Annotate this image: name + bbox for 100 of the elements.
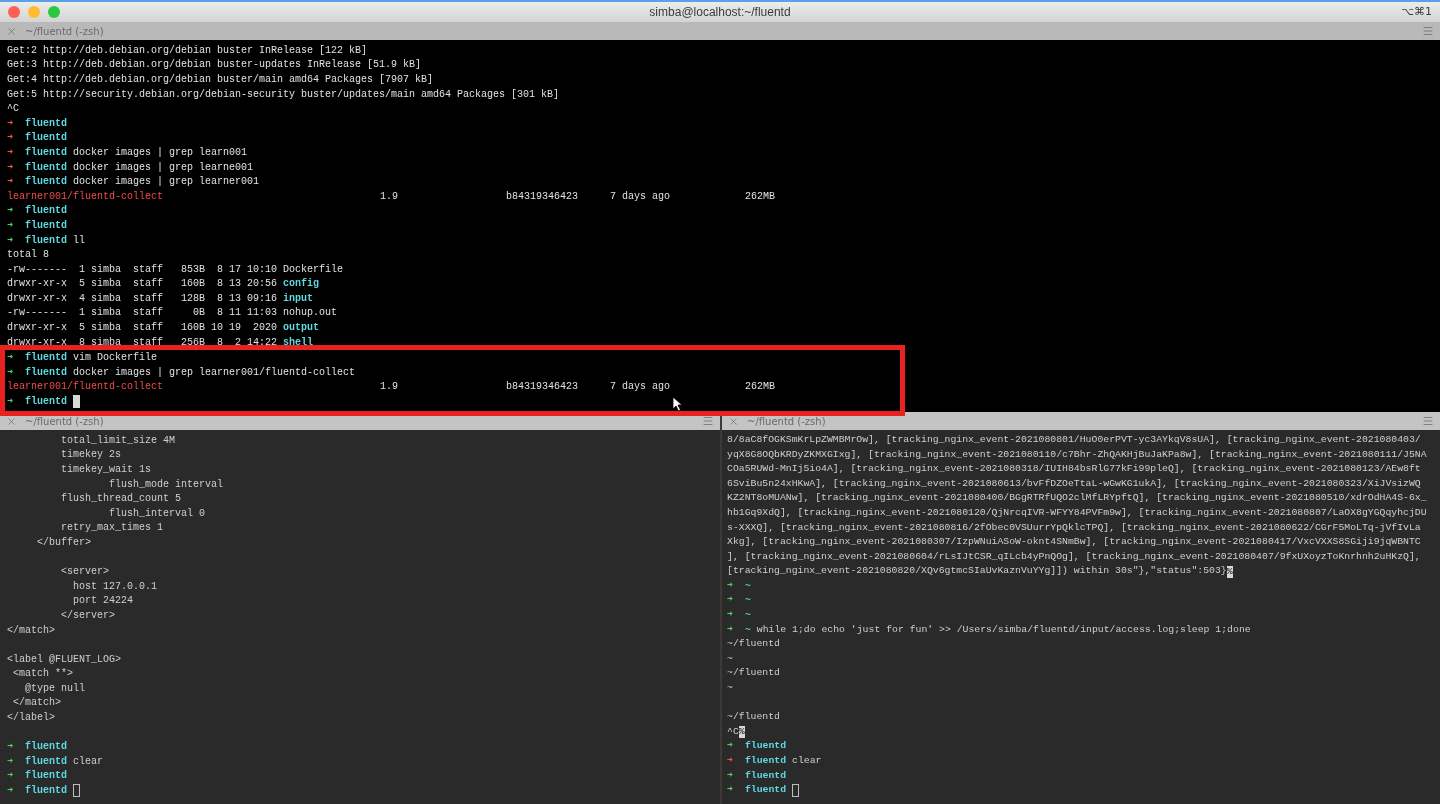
prompt-directory: fluentd	[744, 754, 787, 768]
terminal-line: <server>	[60, 565, 110, 580]
terminal-line: <label @FLUENT_LOG>	[7, 652, 122, 667]
prompt-directory: fluentd	[25, 740, 68, 755]
terminal-line: </match>	[7, 623, 55, 638]
terminal-line: timekey_wait 1s	[60, 463, 152, 477]
terminal-line: </label>	[7, 711, 55, 726]
prompt-arrow: ➜	[727, 754, 733, 768]
tab-title: ~/fluentd (-zsh)	[25, 24, 104, 39]
prompt-arrow: ➜	[727, 768, 733, 783]
minimize-button[interactable]	[28, 6, 40, 18]
terminal-line: port 24224	[72, 594, 134, 609]
terminal-line: ~/fluentd	[727, 710, 780, 725]
close-button[interactable]	[8, 6, 20, 18]
command-text: ll	[73, 233, 86, 248]
terminal-line: flush_mode interval	[108, 477, 224, 492]
menu-icon[interactable]	[1422, 415, 1434, 427]
command-text: docker images | grep learner001	[73, 175, 260, 190]
pane-tab[interactable]: ~/fluentd (-zsh)	[0, 22, 1440, 40]
prompt-arrow: ➜	[7, 145, 14, 160]
file-name: config	[283, 277, 320, 292]
command-text: docker images | grep learne001	[73, 160, 254, 175]
prompt-arrow: ➜	[7, 116, 14, 131]
close-icon[interactable]	[6, 25, 17, 37]
image-tag: 1.9	[380, 379, 506, 395]
window-title: simba@localhost:~/fluentd	[649, 4, 791, 21]
zoom-button[interactable]	[48, 6, 60, 18]
close-icon[interactable]	[728, 415, 739, 427]
prompt-directory: fluentd	[25, 145, 68, 160]
terminal-line: ~/fluentd	[727, 666, 780, 681]
terminal-line: ~/fluentd	[727, 637, 780, 652]
terminal-line: [tracking_nginx_event-2021080820/XQv6gtmcSIaUvKaznVuYYg]]) within 30s"},"status":503}	[727, 564, 1227, 579]
image-tag: 1.9	[380, 188, 506, 204]
terminal-line: timekey 2s	[60, 448, 122, 463]
repository-name: learner001/fluentd-collect	[7, 189, 165, 204]
prompt-directory: fluentd	[744, 739, 787, 754]
prompt-arrow: ➜	[727, 578, 733, 593]
terminal-line: flush_interval 0	[108, 506, 206, 521]
prompt-arrow: ➜	[727, 783, 733, 798]
terminal-line: <match **>	[12, 667, 73, 682]
terminal-line: KZ2NT8oMUANw], [tracking_nginx_event-2021080400/BGgRTRfUQO2clMfLRYpftQ], [tracking_nginx_event-2021080510/xdrOdHA4S-6x_	[727, 491, 1427, 506]
close-icon[interactable]	[6, 415, 17, 427]
file-details: drwxr-xr-x 4 simba staff 128B 8 13 09:16	[7, 291, 279, 306]
terminal-line: Get:4 http://deb.debian.org/debian buster/main amd64 Packages [7907 kB]	[7, 73, 434, 87]
terminal-line: </server>	[60, 608, 116, 623]
prompt-arrow: ➜	[7, 131, 14, 146]
terminal-line: host 127.0.0.1	[72, 579, 158, 594]
prompt-arrow: ➜	[727, 593, 733, 608]
prompt-directory: fluentd	[744, 783, 787, 798]
prompt-arrow: ➜	[7, 233, 14, 248]
file-name: input	[283, 291, 314, 306]
terminal-line: retry_max_times 1	[60, 521, 164, 536]
prompt-arrow: ➜	[727, 739, 733, 754]
menu-icon[interactable]	[1422, 25, 1434, 37]
tab-title: ~/fluentd (-zsh)	[25, 414, 104, 429]
prompt-directory: fluentd	[25, 131, 68, 146]
prompt-directory: fluentd	[25, 116, 68, 131]
shortcut-label: ⌥⌘1	[1401, 3, 1432, 20]
prompt-directory: ~	[744, 622, 751, 637]
prompt-arrow: ➜	[7, 351, 14, 366]
prompt-directory: fluentd	[25, 218, 68, 233]
prompt-arrow: ➜	[7, 769, 14, 784]
terminal-line: ], [tracking_nginx_event-2021080604/rLsIJtCSR_qILcb4yPnQOg], [tracking_nginx_event-2021080407/9fxUXoyzToKnrhnh2uHKzQ],	[727, 549, 1421, 564]
prompt-directory: fluentd	[25, 754, 68, 769]
file-name: nohup.out	[283, 306, 338, 321]
terminal-line: Xkg], [tracking_nginx_event-2021080307/IzpWNuiASoW-oknt4SNmBw], [tracking_nginx_event-2021080417/VxcVXXS8SGiji9jqWBNTC	[727, 535, 1421, 550]
terminal-line: flush_thread_count 5	[60, 492, 182, 507]
prompt-directory: fluentd	[25, 365, 68, 380]
command-text: docker images | grep learner001/fluentd-collect	[73, 365, 356, 380]
prompt-arrow: ➜	[7, 740, 14, 755]
prompt-directory: fluentd	[25, 395, 68, 410]
prompt-arrow: ➜	[727, 622, 733, 637]
terminal-line: 6SviBu5n24xHKwA], [tracking_nginx_event-2021080613/bvFfDZOeTtaL-wGwKG1ukA], [tracking_nginx_event-2021080323/XiJVsizWQ	[727, 476, 1421, 491]
terminal-line: yqX8G8OQbKRDyZKMXGIxg], [tracking_nginx_event-2021080110/c7Bhr-ZhQAKHjBuJaKPa8w], [tracking_nginx_event-2021080111/J5NA	[727, 447, 1427, 462]
terminal-line: ~	[727, 651, 733, 666]
terminal-line: 8/8aC8fOGKSmKrLpZWMBMrOw], [tracking_nginx_event-2021080801/HuO0erPVT-yc3AYkqV8sUA], [tracking_nginx_event-2021080403/	[727, 432, 1421, 447]
prompt-arrow: ➜	[7, 365, 14, 380]
terminal-line: Get:3 http://deb.debian.org/debian buster-updates InRelease [51.9 kB]	[7, 58, 422, 73]
prompt-arrow: ➜	[7, 218, 14, 233]
created-time: 7 days ago	[610, 380, 671, 395]
prompt-arrow: ➜	[7, 784, 14, 799]
terminal-line: ^C	[727, 724, 739, 739]
pane-tab[interactable]: ~/fluentd (-zsh)	[722, 412, 1440, 430]
prompt-directory: ~	[744, 593, 751, 608]
prompt-arrow: ➜	[7, 160, 14, 175]
file-name: shell	[283, 335, 314, 350]
prompt-directory: fluentd	[25, 175, 68, 190]
menu-icon[interactable]	[702, 415, 714, 427]
file-details: drwxr-xr-x 5 simba staff 160B 10 19 2020	[7, 321, 279, 336]
terminal-line: ~	[727, 681, 733, 696]
terminal-line: hb1Gq9XdQ], [tracking_nginx_event-2021080120/QjNrcqIVR-WFYY84PVFm9w], [tracking_nginx_event-2021080807/LaOX8gYGQqyhcjDU	[727, 505, 1427, 520]
terminal-line: total_limit_size 4M	[60, 433, 176, 448]
command-text: vim Dockerfile	[73, 351, 158, 366]
image-id: b84319346423	[506, 189, 579, 204]
image-size: 262MB	[745, 380, 775, 395]
image-id: b84319346423	[506, 380, 579, 395]
file-details: -rw------- 1 simba staff 853B 8 17 10:10	[7, 262, 279, 277]
terminal-line: @type null	[24, 681, 85, 696]
prompt-directory: fluentd	[25, 160, 68, 175]
prompt-directory: fluentd	[25, 784, 68, 799]
